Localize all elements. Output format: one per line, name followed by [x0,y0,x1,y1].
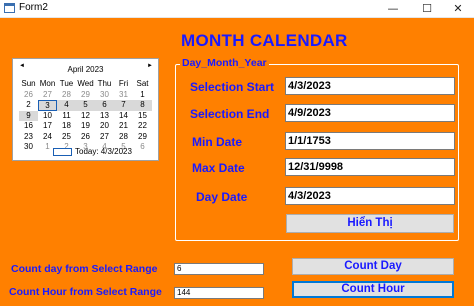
calendar-day[interactable]: 6 [133,142,152,153]
min-date-field[interactable]: 1/1/1753 [285,132,455,150]
calendar-day-selected[interactable]: 8 [133,100,152,111]
calendar-week: 9 10 11 12 13 14 15 [19,110,152,122]
calendar-month-label[interactable]: April 2023 [13,65,158,74]
calendar-day[interactable]: 18 [57,121,76,132]
show-button[interactable]: Hiển Thị [286,214,454,233]
calendar-week: 2 3 4 5 6 7 8 [19,100,152,111]
calendar-week: 23 24 25 26 27 28 29 [19,132,152,143]
calendar-day[interactable]: 27 [38,90,57,101]
minimize-button[interactable]: — [377,0,409,17]
calendar-day[interactable]: 29 [76,90,95,101]
calendar-day[interactable]: 11 [57,111,76,122]
count-day-button[interactable]: Count Day [292,258,454,275]
calendar-day[interactable]: 25 [57,132,76,143]
calendar-day[interactable]: 17 [38,121,57,132]
calendar-day[interactable]: 14 [114,111,133,122]
day-header: Thu [97,79,112,88]
today-swatch-icon [53,147,72,156]
calendar-day[interactable]: 23 [19,132,38,143]
calendar-day-selected[interactable]: 5 [76,100,95,111]
day-header: Fri [118,79,129,88]
day-header: Mon [39,79,56,88]
count-hour-field[interactable]: 144 [174,287,264,299]
groupbox-title: Day_Month_Year [180,57,269,69]
calendar-grid: Sun Mon Tue Wed Thu Fri Sat 26 27 28 29 … [19,79,152,153]
page-title: MONTH CALENDAR [181,31,348,50]
calendar-day[interactable]: 28 [57,90,76,101]
calendar-day-selected[interactable]: 9 [19,110,38,121]
calendar-week: 16 17 18 19 20 21 22 [19,121,152,132]
day-date-label: Day Date [196,190,248,204]
today-link[interactable]: Today: 4/3/2023 [53,147,132,156]
count-day-label: Count day from Select Range [11,263,158,275]
calendar-day[interactable]: 19 [76,121,95,132]
count-hour-button[interactable]: Count Hour [292,281,454,298]
calendar-day[interactable]: 26 [19,90,38,101]
calendar-day[interactable]: 13 [95,111,114,122]
count-hour-label: Count Hour from Select Range [9,286,162,298]
selection-start-field[interactable]: 4/3/2023 [285,77,455,95]
selection-start-label: Selection Start [190,80,275,94]
next-month-icon[interactable]: ► [147,63,153,69]
calendar-day-selected[interactable]: 4 [57,100,76,111]
day-date-field[interactable]: 4/3/2023 [285,187,455,205]
calendar-week: 26 27 28 29 30 31 1 [19,90,152,101]
close-button[interactable]: ✕ [442,0,474,17]
calendar-day[interactable]: 1 [133,90,152,101]
max-date-field[interactable]: 12/31/9998 [285,158,455,176]
calendar-day[interactable]: 15 [133,111,152,122]
calendar-day[interactable]: 28 [114,132,133,143]
calendar-day[interactable]: 27 [95,132,114,143]
calendar-day[interactable]: 10 [38,111,57,122]
calendar-day[interactable]: 24 [38,132,57,143]
window-title: Form2 [19,2,48,13]
calendar-day[interactable]: 12 [76,111,95,122]
maximize-button[interactable]: ☐ [411,0,443,17]
calendar-day[interactable]: 26 [76,132,95,143]
calendar-day[interactable]: 31 [114,90,133,101]
calendar-day-selected[interactable]: 6 [95,100,114,111]
title-bar: Form2 — ☐ ✕ [0,0,474,18]
day-header: Sun [21,79,36,88]
max-date-label: Max Date [192,161,245,175]
app-icon [4,3,15,13]
calendar-day[interactable]: 21 [114,121,133,132]
today-label: Today: 4/3/2023 [75,147,132,156]
calendar-day[interactable]: 20 [95,121,114,132]
day-header: Sat [136,79,149,88]
min-date-label: Min Date [192,135,243,149]
count-day-field[interactable]: 6 [174,263,264,275]
day-header: Tue [59,79,74,88]
calendar-day[interactable]: 29 [133,132,152,143]
calendar-day-headers: Sun Mon Tue Wed Thu Fri Sat [19,79,152,90]
selection-end-label: Selection End [190,107,270,121]
selection-end-field[interactable]: 4/9/2023 [285,104,455,122]
month-calendar[interactable]: ◄ April 2023 ► Sun Mon Tue Wed Thu Fri S… [12,58,159,161]
calendar-day[interactable]: 16 [19,121,38,132]
calendar-day-selected[interactable]: 7 [114,100,133,111]
calendar-day-selected[interactable]: 3 [38,100,57,111]
calendar-day[interactable]: 2 [19,100,38,111]
calendar-day[interactable]: 22 [133,121,152,132]
day-header: Wed [77,79,94,88]
calendar-day[interactable]: 30 [95,90,114,101]
calendar-day[interactable]: 30 [19,142,38,153]
